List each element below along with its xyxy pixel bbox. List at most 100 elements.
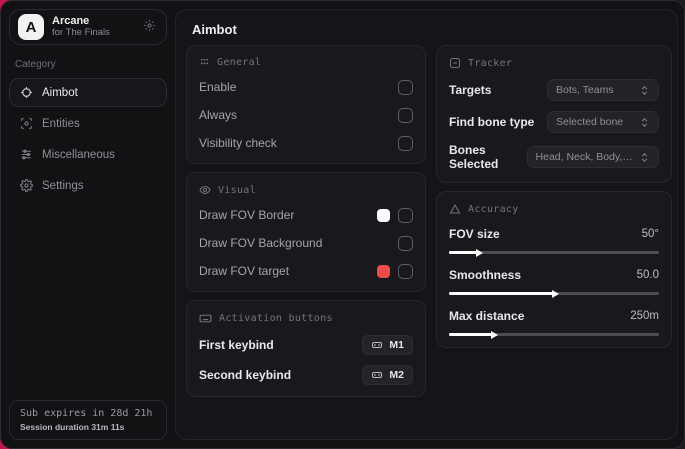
left-column: General Enable Always Visibility check V…	[186, 45, 426, 397]
keyboard-icon	[199, 312, 212, 325]
category-label: Category	[15, 59, 56, 70]
sub-expiry-text: Sub expires in 28d 21h	[20, 408, 153, 419]
setting-row-enable: Enable	[199, 78, 413, 96]
slider-thumb[interactable]	[491, 330, 499, 339]
slider-label-row: Max distance 250m	[449, 307, 659, 325]
bones-selected-dropdown[interactable]: Head, Neck, Body, Pe..	[526, 146, 659, 168]
card-title: Accuracy	[468, 203, 519, 215]
slider-value: 50°	[641, 228, 659, 240]
setting-label: FOV size	[449, 227, 500, 241]
setting-label: Draw FOV target	[199, 264, 290, 278]
smoothness-group: Smoothness 50.0	[449, 266, 659, 298]
setting-row-visibility-check: Visibility check	[199, 134, 413, 152]
chevrons-up-down-icon	[639, 152, 650, 163]
smoothness-slider[interactable]	[449, 289, 659, 298]
app-subtitle: for The Finals	[52, 26, 110, 38]
always-checkbox[interactable]	[398, 107, 413, 123]
setting-label: Smoothness	[449, 268, 522, 282]
slider-label-row: Smoothness 50.0	[449, 266, 659, 284]
sidebar-item-label: Aimbot	[42, 86, 78, 99]
fov-size-group: FOV size 50°	[449, 225, 659, 257]
entities-icon	[20, 117, 33, 130]
header-gear-button[interactable]	[141, 17, 158, 37]
sidebar-item-miscellaneous[interactable]: Miscellaneous	[9, 140, 167, 169]
card-visual-header: Visual	[199, 184, 413, 196]
sidebar: A Arcane for The Finals Category Aimbot …	[1, 1, 175, 448]
first-keybind-button[interactable]: M1	[362, 335, 413, 355]
app-logo: A	[18, 14, 44, 40]
sliders-icon	[20, 148, 33, 161]
sidebar-item-entities[interactable]: Entities	[9, 109, 167, 138]
setting-row-targets: Targets Bots, Teams	[449, 79, 659, 101]
card-title: Visual	[218, 184, 256, 196]
setting-label: Max distance	[449, 309, 525, 323]
app-names: Arcane for The Finals	[52, 15, 133, 39]
setting-label: Targets	[449, 83, 492, 97]
fov-background-checkbox[interactable]	[398, 235, 413, 251]
slider-fill	[449, 292, 554, 295]
max-distance-slider[interactable]	[449, 330, 659, 339]
subscription-box: Sub expires in 28d 21h Session duration …	[9, 400, 167, 440]
visibility-check-checkbox[interactable]	[398, 135, 413, 151]
setting-row-fov-target: Draw FOV target	[199, 262, 413, 280]
setting-label: First keybind	[199, 338, 274, 352]
setting-label: Visibility check	[199, 136, 277, 150]
main-panel: Aimbot General Enable Always Visibility …	[175, 9, 678, 440]
card-accuracy-header: Accuracy	[449, 203, 659, 215]
triangle-icon	[449, 203, 461, 215]
dropdown-value: Bots, Teams	[556, 84, 614, 96]
gear-icon	[20, 179, 33, 192]
targets-dropdown[interactable]: Bots, Teams	[547, 79, 659, 101]
card-title: General	[217, 57, 262, 68]
setting-label: Enable	[199, 80, 237, 94]
chevrons-up-down-icon	[639, 85, 650, 96]
eye-icon	[199, 184, 211, 196]
setting-row-fov-border: Draw FOV Border	[199, 206, 413, 224]
slider-thumb[interactable]	[476, 248, 484, 257]
dropdown-value: Head, Neck, Body, Pe..	[535, 151, 633, 163]
setting-row-fov-background: Draw FOV Background	[199, 234, 413, 252]
mouse-icon	[371, 339, 383, 351]
slider-thumb[interactable]	[552, 289, 559, 298]
setting-row-find-bone-type: Find bone type Selected bone	[449, 111, 659, 133]
setting-label: Draw FOV Border	[199, 208, 295, 222]
fov-border-color-swatch[interactable]	[377, 208, 390, 222]
card-accuracy: Accuracy FOV size 50° Smoothness 50.0 Ma…	[436, 191, 672, 348]
fov-size-slider[interactable]	[449, 248, 659, 257]
setting-label: Find bone type	[449, 115, 535, 129]
card-general-header: General	[199, 57, 413, 68]
fov-target-color-swatch[interactable]	[377, 264, 390, 278]
setting-label: Bones Selected	[449, 143, 499, 171]
gear-icon	[143, 19, 156, 35]
slider-fill	[449, 251, 479, 254]
setting-label: Second keybind	[199, 368, 292, 382]
keybind-value: M1	[389, 339, 404, 351]
card-activation-header: Activation buttons	[199, 312, 413, 325]
setting-row-always: Always	[199, 106, 413, 124]
keybind-value: M2	[389, 369, 404, 381]
card-general: General Enable Always Visibility check	[186, 45, 426, 164]
fov-target-checkbox[interactable]	[398, 263, 413, 279]
slider-fill	[449, 333, 494, 336]
right-column: Tracker Targets Bots, Teams Find bone ty…	[436, 45, 672, 397]
scan-target-icon	[449, 57, 461, 69]
card-title: Activation buttons	[219, 313, 333, 324]
find-bone-type-dropdown[interactable]: Selected bone	[547, 111, 659, 133]
setting-label: Always	[199, 108, 238, 122]
dropdown-value: Selected bone	[556, 116, 624, 128]
page-title: Aimbot	[192, 22, 237, 37]
setting-row-second-keybind: Second keybind M2	[199, 365, 413, 385]
crosshair-icon	[20, 86, 33, 99]
grid-dots-icon	[199, 57, 210, 68]
sidebar-item-aimbot[interactable]: Aimbot	[9, 78, 167, 107]
second-keybind-button[interactable]: M2	[362, 365, 413, 385]
fov-border-checkbox[interactable]	[398, 207, 413, 223]
enable-checkbox[interactable]	[398, 79, 413, 95]
sidebar-item-label: Miscellaneous	[42, 148, 115, 161]
max-distance-group: Max distance 250m	[449, 307, 659, 339]
setting-row-first-keybind: First keybind M1	[199, 335, 413, 355]
sidebar-item-settings[interactable]: Settings	[9, 171, 167, 200]
slider-label-row: FOV size 50°	[449, 225, 659, 243]
app-window: A Arcane for The Finals Category Aimbot …	[0, 0, 685, 449]
session-duration-text: Session duration 31m 11s	[20, 422, 125, 432]
